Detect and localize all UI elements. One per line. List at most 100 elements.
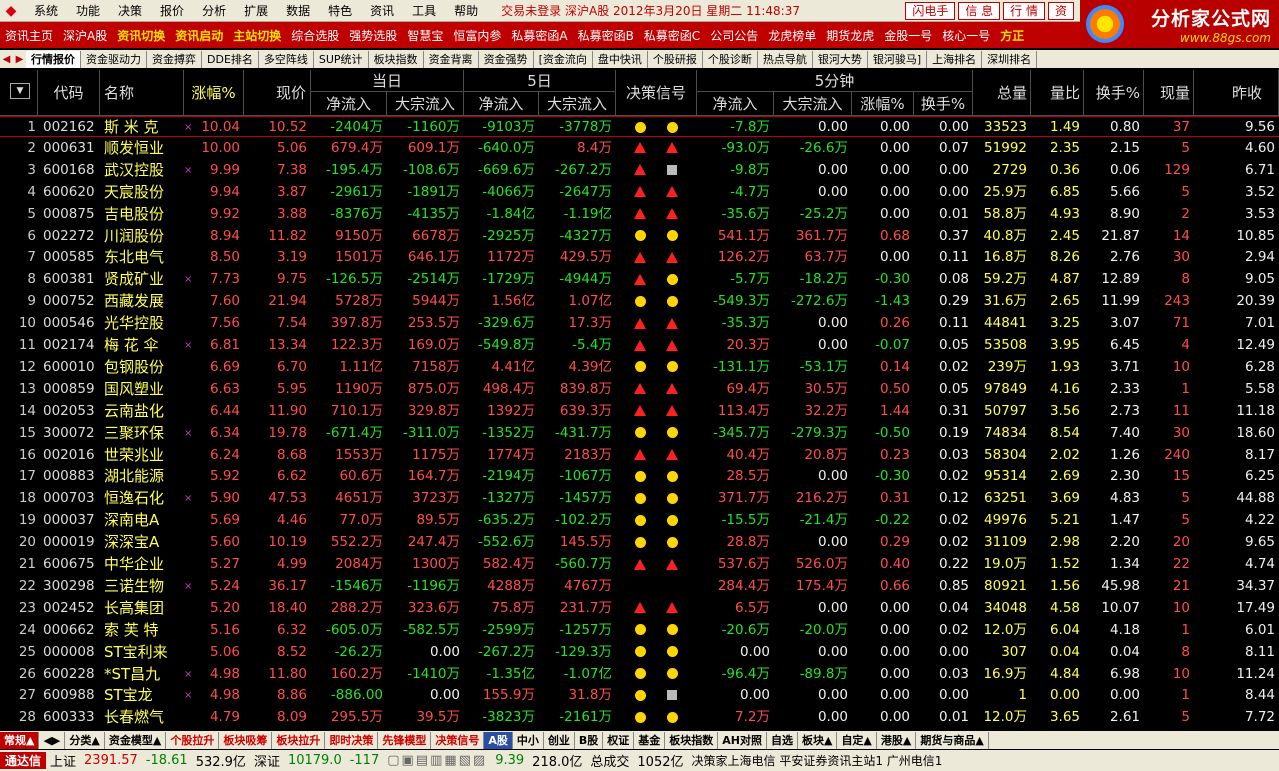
row-name[interactable]: 天宸股份 — [104, 182, 184, 203]
row-name[interactable]: 西藏发展 — [104, 291, 184, 312]
table-row[interactable]: 19 000037 深南电A 5.69 4.46 77.0万 89.5万 -635.2万 -10… — [0, 510, 1279, 531]
bottom-tab-0[interactable]: 常规▲ — [0, 731, 40, 749]
bottom-tab-10[interactable]: A股 — [484, 731, 513, 749]
row-code[interactable]: 600988 — [43, 685, 99, 706]
toolbar-item-8[interactable]: 恒富内参 — [448, 27, 506, 44]
table-row[interactable]: 27 600988 ST宝龙 × 4.98 8.86 -886.00 0.00 155.9万 31… — [0, 685, 1279, 706]
menu-item-0[interactable]: 系统 — [25, 2, 67, 19]
toolbar-item-6[interactable]: 强势选股 — [344, 27, 402, 44]
toolbar-item-15[interactable]: 金股一号 — [879, 27, 937, 44]
row-name[interactable]: 深深宝A — [104, 532, 184, 553]
col-5day-big[interactable]: 大宗流入 — [539, 92, 616, 115]
tab-scroll-right-icon[interactable]: ▶ — [13, 54, 26, 65]
row-name[interactable]: ST宝龙 — [104, 685, 184, 706]
tab-8[interactable]: 资金强势 — [479, 50, 534, 68]
bottom-tab-11[interactable]: 中小 — [513, 731, 544, 749]
row-code[interactable]: 000546 — [43, 313, 99, 334]
table-row[interactable]: 2 000631 顺发恒业 10.00 5.06 679.4万 609.1万 -640.0万 8… — [0, 138, 1279, 159]
row-code[interactable]: 002272 — [43, 226, 99, 247]
row-code[interactable]: 000883 — [43, 466, 99, 487]
col-today-net[interactable]: 净流入 — [311, 92, 387, 115]
menu-item-2[interactable]: 决策 — [109, 2, 151, 19]
row-code[interactable]: 002452 — [43, 598, 99, 619]
row-code[interactable]: 000875 — [43, 204, 99, 225]
toolbar-item-11[interactable]: 私募密函C — [639, 27, 705, 44]
bottom-tab-17[interactable]: AH对照 — [718, 731, 767, 749]
tab-7[interactable]: 资金背离 — [424, 50, 479, 68]
row-code[interactable]: 000631 — [43, 138, 99, 159]
row-name[interactable]: 光华控股 — [104, 313, 184, 334]
row-name[interactable]: 三诺生物 — [104, 576, 184, 597]
row-name[interactable]: 三聚环保 — [104, 423, 184, 444]
menubar-button-2[interactable]: 行 情 — [1003, 2, 1045, 20]
sort-header[interactable]: ▼ — [0, 70, 38, 115]
row-code[interactable]: 000662 — [43, 620, 99, 641]
row-code[interactable]: 000037 — [43, 510, 99, 531]
row-name[interactable]: 中华企业 — [104, 554, 184, 575]
row-name[interactable]: 贤成矿业 — [104, 269, 184, 290]
col-5day-net[interactable]: 净流入 — [464, 92, 539, 115]
tab-14[interactable]: 银河大势 — [813, 50, 868, 68]
row-name[interactable]: 恒逸石化 — [104, 488, 184, 509]
table-row[interactable]: 11 002174 梅 花 伞 × 6.81 13.34 122.3万 169.0万 -549.… — [0, 335, 1279, 356]
bottom-tab-19[interactable]: 板块▲ — [798, 731, 838, 749]
col-ratio[interactable]: 量比 — [1031, 70, 1084, 115]
row-name[interactable]: 世荣兆业 — [104, 445, 184, 466]
row-name[interactable]: 吉电股份 — [104, 204, 184, 225]
table-row[interactable]: 9 000752 西藏发展 7.60 21.94 5728万 5944万 1.56亿 1.07亿… — [0, 291, 1279, 312]
row-code[interactable]: 600620 — [43, 182, 99, 203]
col-signal[interactable]: 决策信号 — [616, 70, 697, 115]
menu-item-4[interactable]: 分析 — [193, 2, 235, 19]
bottom-tab-13[interactable]: B股 — [575, 731, 604, 749]
table-row[interactable]: 13 000859 国风塑业 6.63 5.95 1190万 875.0万 498.4万 839… — [0, 379, 1279, 400]
row-code[interactable]: 600675 — [43, 554, 99, 575]
row-name[interactable]: 湖北能源 — [104, 466, 184, 487]
menu-item-9[interactable]: 工具 — [403, 2, 445, 19]
bottom-tab-16[interactable]: 板块指数 — [665, 731, 719, 749]
bottom-tab-8[interactable]: 先锋模型 — [378, 731, 432, 749]
row-name[interactable]: 斯 米 克 — [104, 117, 184, 138]
col-change[interactable]: 涨幅% — [184, 70, 244, 115]
table-row[interactable]: 14 002053 云南盐化 6.44 11.90 710.1万 329.8万 1392万 63… — [0, 401, 1279, 422]
toolbar-item-4[interactable]: 主站切换 — [228, 27, 286, 44]
toolbar-item-3[interactable]: 资讯启动 — [170, 27, 228, 44]
toolbar-item-1[interactable]: 深沪A股 — [58, 27, 112, 44]
toolbar-item-17[interactable]: 方正 — [995, 27, 1029, 44]
tab-10[interactable]: 盘中快讯 — [593, 50, 648, 68]
tab-0[interactable]: 行情报价 — [26, 50, 81, 68]
tab-11[interactable]: 个股研报 — [648, 50, 703, 68]
bottom-tab-15[interactable]: 基金 — [634, 731, 666, 749]
table-row[interactable]: 10 000546 光华控股 7.56 7.54 397.8万 253.5万 -329.6万 1… — [0, 313, 1279, 334]
tab-1[interactable]: 资金驱动力 — [81, 50, 147, 68]
table-row[interactable]: 7 000585 东北电气 8.50 3.19 1501万 646.1万 1172万 429.5… — [0, 247, 1279, 268]
table-row[interactable]: 16 002016 世荣兆业 6.24 8.68 1553万 1175万 1774万 2183万… — [0, 445, 1279, 466]
table-row[interactable]: 17 000883 湖北能源 5.92 6.62 60.6万 164.7万 -2194万 -10… — [0, 466, 1279, 487]
menu-item-3[interactable]: 报价 — [151, 2, 193, 19]
col-turnover[interactable]: 换手% — [1084, 70, 1144, 115]
row-code[interactable]: 600168 — [43, 160, 99, 181]
toolbar-item-0[interactable]: 资讯主页 — [0, 27, 58, 44]
col-curvol[interactable]: 现量 — [1144, 70, 1194, 115]
toolbar-item-7[interactable]: 智慧宝 — [402, 27, 448, 44]
tab-9[interactable]: [资金流向 — [534, 50, 593, 68]
col-5min-change[interactable]: 涨幅% — [852, 92, 914, 115]
bottom-tab-6[interactable]: 板块拉升 — [272, 731, 326, 749]
table-row[interactable]: 1 002162 斯 米 克 × 10.04 10.52 -2404万 -1160万 -9103… — [0, 116, 1279, 137]
row-code[interactable]: 002174 — [43, 335, 99, 356]
row-name[interactable]: 索 芙 特 — [104, 620, 184, 641]
row-code[interactable]: 600228 — [43, 664, 99, 685]
bottom-tab-21[interactable]: 港股▲ — [877, 731, 917, 749]
bottom-tab-12[interactable]: 创业 — [544, 731, 575, 749]
table-row[interactable]: 24 000662 索 芙 特 5.16 6.32 -605.0万 -582.5万 -2599… — [0, 620, 1279, 641]
col-5min-net[interactable]: 净流入 — [697, 92, 774, 115]
tab-4[interactable]: 多空阵线 — [259, 50, 314, 68]
toolbar-item-9[interactable]: 私募密函A — [506, 27, 572, 44]
col-5min-big[interactable]: 大宗流入 — [774, 92, 852, 115]
table-row[interactable]: 5 000875 吉电股份 9.92 3.88 -8376万 -4135万 -1.84亿 -1.… — [0, 204, 1279, 225]
row-name[interactable]: 武汉控股 — [104, 160, 184, 181]
bottom-tab-1[interactable]: ◀▶ — [39, 731, 66, 749]
table-row[interactable]: 22 300298 三诺生物 × 5.24 36.17 -1546万 -1196万 4288万 4… — [0, 576, 1279, 597]
menu-item-1[interactable]: 功能 — [67, 2, 109, 19]
row-code[interactable]: 002162 — [43, 117, 99, 138]
bottom-tab-5[interactable]: 板块吸筹 — [219, 731, 273, 749]
